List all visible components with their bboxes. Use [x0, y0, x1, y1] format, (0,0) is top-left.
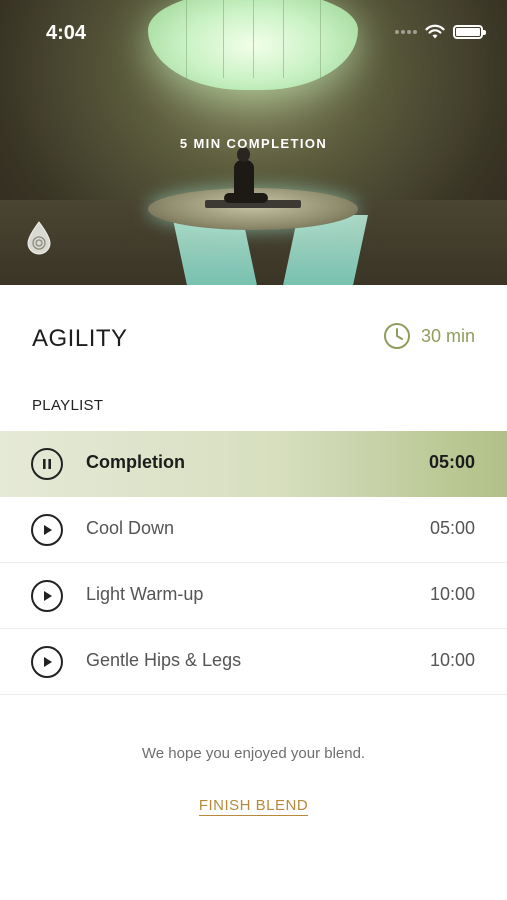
lamp-rib: [223, 0, 224, 78]
playlist: Completion 05:00 Cool Down 05:00 Light W…: [0, 431, 507, 695]
hero-caption: 5 MIN COMPLETION: [179, 136, 328, 151]
finish-blend-button[interactable]: FINISH BLEND: [0, 797, 507, 816]
lamp-rib: [320, 0, 321, 78]
track-name: Light Warm-up: [86, 584, 204, 604]
playlist-item-gentle-hips-legs[interactable]: Gentle Hips & Legs 10:00: [0, 629, 507, 695]
drop-logo-icon: [27, 221, 51, 255]
track-time: 10:00: [429, 584, 475, 604]
workout-duration: 30 min: [383, 322, 475, 350]
play-icon: [44, 525, 52, 535]
track-time: 10:00: [429, 650, 475, 670]
lamp-rib: [283, 0, 284, 78]
status-icons: [395, 24, 486, 40]
play-icon: [44, 591, 52, 601]
finish-blend-label: FINISH BLEND: [198, 797, 309, 816]
clock-icon: [383, 323, 410, 349]
playlist-item-cool-down[interactable]: Cool Down 05:00: [0, 497, 507, 563]
lamp: [148, 0, 358, 90]
battery-icon: [453, 25, 486, 39]
wifi-icon: [425, 24, 445, 39]
playlist-item-completion[interactable]: Completion 05:00: [0, 431, 507, 497]
workout-title: AGILITY: [32, 325, 128, 352]
playlist-label: PLAYLIST: [32, 397, 104, 414]
lamp-rib: [186, 0, 187, 78]
status-time: 4:04: [46, 22, 87, 44]
hero-video[interactable]: 4:04 5 MIN COMPLETION: [0, 0, 507, 285]
play-button[interactable]: [31, 580, 63, 612]
playlist-item-light-warm-up[interactable]: Light Warm-up 10:00: [0, 563, 507, 629]
pause-button[interactable]: [31, 448, 63, 480]
track-name: Cool Down: [86, 518, 175, 538]
track-time: 05:00: [429, 518, 475, 538]
signal-icon: [395, 30, 417, 34]
lamp-rib: [253, 0, 254, 78]
play-icon: [44, 657, 52, 667]
figure-body: [234, 160, 254, 200]
play-button[interactable]: [31, 514, 63, 546]
closing-message: We hope you enjoyed your blend.: [141, 745, 366, 762]
pause-icon: [43, 459, 51, 469]
track-time: 05:00: [428, 452, 475, 472]
duration-text: 30 min: [420, 325, 475, 346]
play-button[interactable]: [31, 646, 63, 678]
track-name: Completion: [86, 452, 185, 472]
track-name: Gentle Hips & Legs: [86, 650, 242, 670]
